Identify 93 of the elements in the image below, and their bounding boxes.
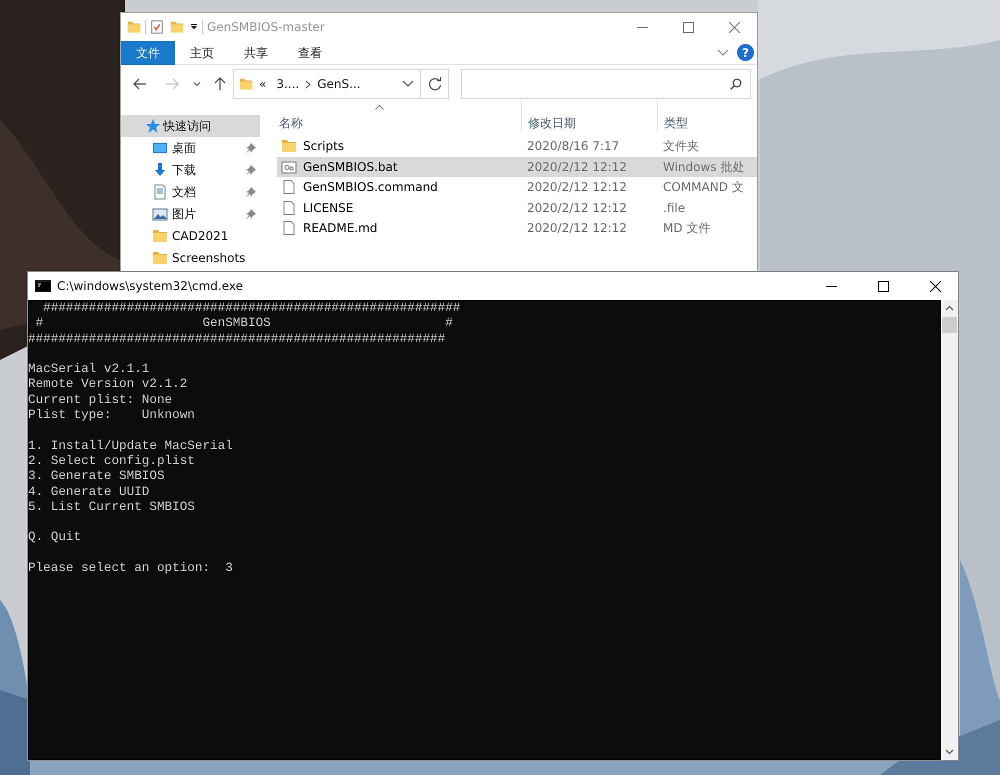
folder-icon [281,138,297,154]
console-line: 3. Generate SMBIOS [28,468,166,484]
ribbon-tab[interactable]: 主页 [175,40,229,64]
nav-item[interactable]: 桌面 [121,137,260,159]
ribbon-tab[interactable]: 文件 [121,40,175,64]
chevron-down-icon[interactable] [717,48,729,56]
close-icon [728,22,740,32]
settings-file-icon [281,158,297,175]
nav-item[interactable]: 图片 [121,203,260,225]
file-name: GenSMBIOS.bat [303,158,398,176]
refresh-icon [428,77,442,91]
file-type: 文件夹 [663,139,699,154]
file-row[interactable]: GenSMBIOS.command 2020/2/12 12:12 COMMAND 文 [277,177,757,198]
nav-label: 桌面 [172,140,196,157]
caret-icon[interactable] [190,23,198,31]
file-icon [281,200,297,216]
maximize-icon [682,22,694,32]
ribbon-tab[interactable]: 查看 [283,40,337,64]
console-line: Current plist: None [28,392,174,408]
console-line: 2. Select config.plist [28,452,196,468]
ribbon-tab[interactable]: 共享 [229,40,283,64]
nav-label: 下载 [172,162,196,179]
file-name: GenSMBIOS.command [303,179,438,196]
file-type: MD 文件 [663,221,710,236]
file-type: Windows 批处 [663,160,744,174]
nav-item[interactable]: 文档 [121,181,260,203]
console-line: 4. Generate UUID [28,484,150,499]
properties-icon[interactable] [150,20,164,34]
console-line: # GenSMBIOS # [34,315,454,331]
nav-label: 快速访问 [163,118,211,135]
nav-item[interactable]: 快速访问 [121,115,260,137]
nav-label: CAD2021 [172,228,228,245]
document-icon [152,184,168,200]
picture-icon [152,206,168,222]
nav-label: 文档 [172,184,196,201]
modified-date: 2020/2/12 12:12 [527,221,627,236]
file-row[interactable]: LICENSE 2020/2/12 12:12 .file [277,198,757,218]
file-name: README.md [303,220,378,238]
scroll-thumb[interactable] [942,317,957,333]
address-bar[interactable]: « 3.... GenS... [233,69,420,99]
modified-date: 2020/8/16 7:17 [527,139,620,154]
console-line: Remote Version v2.1.2 [28,376,188,392]
file-type: COMMAND 文 [663,180,744,194]
nav-item[interactable]: 下载 [121,159,260,181]
folder-icon [152,250,168,266]
maximize-icon [878,280,888,292]
file-icon [281,220,297,236]
folder-icon [239,77,253,91]
column-header[interactable]: 修改日期 [521,99,657,132]
sort-icon [375,104,384,110]
chevron-right-icon [305,80,312,88]
console-line: Q. Quit [28,529,82,545]
column-header[interactable]: 类型 [657,99,757,132]
help-button[interactable]: ? [737,44,754,61]
refresh-button[interactable] [420,69,449,99]
breadcrumb[interactable]: 3.... [276,75,300,93]
nav-item[interactable]: CAD2021 [121,225,260,247]
console-line: 1. Install/Update MacSerial [28,438,234,453]
console-icon [35,280,51,292]
modified-date: 2020/2/12 12:12 [527,180,627,194]
console-line: Please select an option: 3 [28,560,234,576]
search-field[interactable] [461,69,751,99]
nav-item[interactable]: Screenshots [121,247,260,269]
file-icon [281,179,297,196]
window-title: GenSMBIOS-master [207,19,325,36]
monitor-icon [152,140,168,156]
file-row[interactable]: GenSMBIOS.bat 2020/2/12 12:12 Windows 批处 [277,156,757,177]
nav-label: 图片 [172,206,196,223]
console-line: MacSerial v2.1.1 [28,361,150,376]
console-line: Plist type: Unknown [28,407,196,422]
down-arrow-icon [152,162,168,178]
console-line: ####################################################### [28,330,446,346]
star-icon [145,118,161,134]
nav-label: Screenshots [172,250,246,267]
console-line: 5. List Current SMBIOS [28,498,196,514]
overflow-chevron[interactable]: « [259,75,266,93]
chevron-down-icon[interactable] [402,80,414,88]
folder-icon [152,228,168,244]
modified-date: 2020/2/12 12:12 [527,200,627,215]
close-icon [930,280,940,292]
console-line: ####################################################### [42,300,462,316]
file-row[interactable]: Scripts 2020/8/16 7:17 文件夹 [277,136,757,156]
file-type: .file [663,200,686,215]
search-icon [730,78,742,90]
file-row[interactable]: README.md 2020/2/12 12:12 MD 文件 [277,218,757,238]
folder-icon [127,20,141,34]
window-title: C:\windows\system32\cmd.exe [57,278,243,295]
modified-date: 2020/2/12 12:12 [527,160,627,174]
column-header[interactable]: 名称 [277,99,521,132]
file-name: LICENSE [303,200,354,217]
file-name: Scripts [303,138,344,156]
breadcrumb[interactable]: GenS... [317,75,361,93]
scrollbar[interactable] [941,300,958,760]
